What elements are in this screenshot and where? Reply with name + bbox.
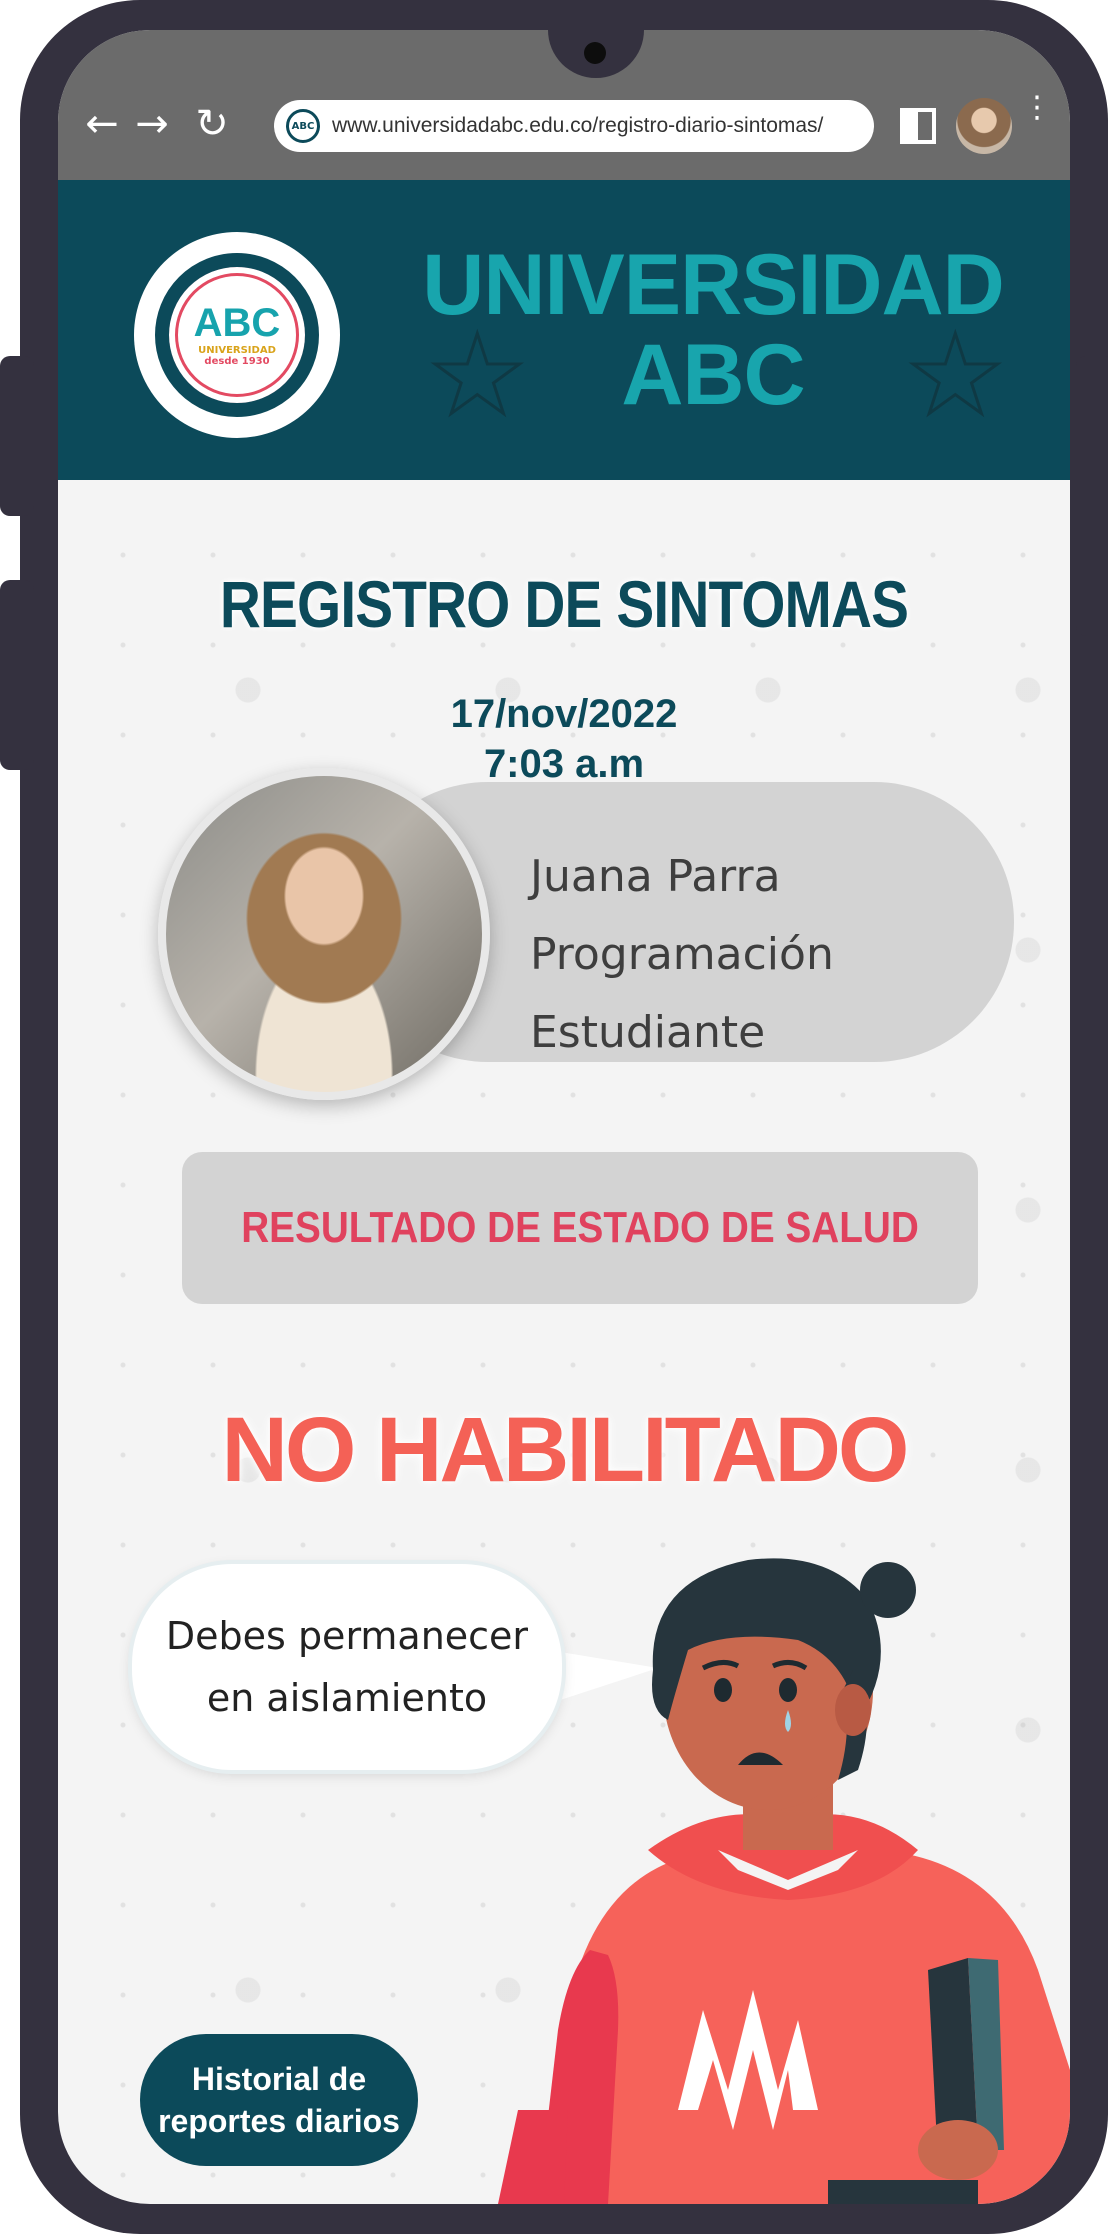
logo-university-text: UNIVERSIDAD <box>198 345 276 356</box>
profile-info: Juana Parra Programación Estudiante <box>530 838 834 1072</box>
health-result-label: RESULTADO DE ESTADO DE SALUD <box>241 1203 919 1252</box>
page-title: REGISTRO DE SINTOMAS <box>219 567 909 641</box>
phone-side-button-left-1 <box>0 356 34 516</box>
sad-student-illustration <box>498 1558 1070 2204</box>
isolation-message: Debes permanecer en aislamiento <box>166 1605 528 1729</box>
student-role: Estudiante <box>530 1007 766 1058</box>
phone-screen: ← → ↻ ABC www.universidadabc.edu.co/regi… <box>58 30 1070 2204</box>
health-result-card: RESULTADO DE ESTADO DE SALUD <box>182 1152 978 1304</box>
back-arrow-icon[interactable]: ← <box>80 102 124 146</box>
report-date: 17/nov/2022 <box>450 692 678 736</box>
history-button-line1: Historial de <box>191 2061 367 2097</box>
history-button-label: Historial de reportes diarios <box>158 2058 400 2142</box>
phone-side-button-top <box>1076 356 1108 636</box>
student-photo <box>158 768 490 1100</box>
logo-abc-text: ABC <box>193 301 281 345</box>
university-header: ABC UNIVERSIDAD desde 1930 ★ ★ UNIVERSID… <box>58 180 1070 480</box>
student-program: Programación <box>530 929 834 980</box>
logo-since-text: desde 1930 <box>204 356 270 367</box>
tab-switcher-icon[interactable] <box>900 108 936 144</box>
phone-frame: ← → ↻ ABC www.universidadabc.edu.co/regi… <box>0 0 1108 2234</box>
address-bar[interactable]: ABC www.universidadabc.edu.co/registro-d… <box>274 100 874 152</box>
site-logo-icon: ABC <box>286 109 320 143</box>
url-text[interactable]: www.universidadabc.edu.co/registro-diari… <box>332 114 823 138</box>
history-button[interactable]: Historial de reportes diarios <box>140 2034 418 2166</box>
report-time: 7:03 a.m <box>483 742 645 786</box>
university-title: UNIVERSIDAD ABC <box>388 240 1038 420</box>
university-logo: ABC UNIVERSIDAD desde 1930 <box>134 232 340 438</box>
more-options-icon[interactable]: ⋮ <box>1022 93 1052 150</box>
forward-arrow-icon[interactable]: → <box>130 102 174 146</box>
reload-icon[interactable]: ↻ <box>190 102 234 146</box>
isolation-message-line1: Debes permanecer <box>165 1614 529 1658</box>
student-name: Juana Parra <box>530 851 781 902</box>
health-status: NO HABILITADO <box>221 1399 909 1501</box>
logo-seal: ABC UNIVERSIDAD desde 1930 <box>155 253 319 417</box>
university-title-line1: UNIVERSIDAD <box>422 237 1005 333</box>
university-title-line2: ABC <box>621 327 805 423</box>
phone-side-button-left-2 <box>0 580 34 770</box>
history-button-line2: reportes diarios <box>158 2103 400 2139</box>
isolation-message-line2: en aislamiento <box>206 1676 488 1720</box>
profile-avatar[interactable] <box>956 98 1012 154</box>
